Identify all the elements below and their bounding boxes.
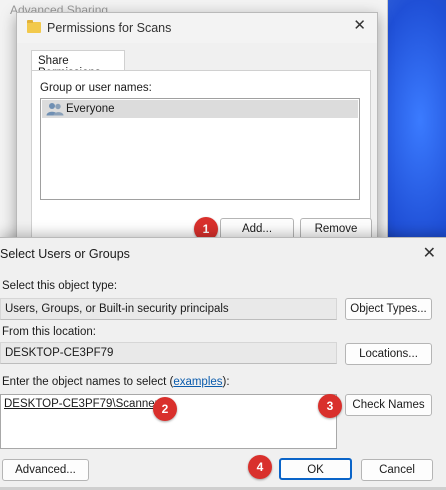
- location-field: DESKTOP-CE3PF79: [0, 342, 337, 364]
- cancel-button[interactable]: Cancel: [361, 459, 433, 481]
- advanced-button[interactable]: Advanced...: [2, 459, 89, 481]
- enter-names-label: Enter the object names to select (exampl…: [2, 376, 230, 388]
- permissions-title: Permissions for Scans: [47, 21, 172, 35]
- step-badge-2: 2: [153, 397, 177, 421]
- ok-button[interactable]: OK: [279, 458, 352, 480]
- location-label: From this location:: [2, 326, 96, 338]
- step-badge-3: 3: [318, 394, 342, 418]
- group-list[interactable]: Everyone: [40, 98, 360, 200]
- object-type-field: Users, Groups, or Built-in security prin…: [0, 298, 337, 320]
- select-users-title: Select Users or Groups: [0, 247, 130, 261]
- object-types-button[interactable]: Object Types...: [345, 298, 432, 320]
- group-name: Everyone: [66, 103, 115, 115]
- tab-share-permissions[interactable]: Share Permissions: [31, 50, 125, 79]
- permissions-titlebar: Permissions for Scans ✕: [17, 13, 377, 43]
- select-users-dialog: Select Users or Groups ✕ Select this obj…: [0, 237, 446, 490]
- close-icon[interactable]: ✕: [353, 18, 366, 33]
- users-icon: [46, 103, 64, 116]
- group-list-label: Group or user names:: [40, 82, 152, 94]
- examples-link[interactable]: examples: [173, 376, 222, 388]
- share-permissions-panel: Group or user names: Everyone 1 Add... R…: [31, 70, 372, 242]
- close-icon[interactable]: ✕: [423, 246, 436, 262]
- object-names-value: DESKTOP-CE3PF79\Scanner: [4, 398, 159, 410]
- step-badge-4: 4: [248, 455, 272, 479]
- permissions-dialog: Permissions for Scans ✕ Share Permission…: [16, 12, 378, 248]
- locations-button[interactable]: Locations...: [345, 343, 432, 365]
- check-names-button[interactable]: Check Names: [345, 394, 432, 416]
- object-type-label: Select this object type:: [2, 280, 118, 292]
- list-item[interactable]: Everyone: [42, 100, 358, 118]
- folder-icon: [27, 20, 41, 33]
